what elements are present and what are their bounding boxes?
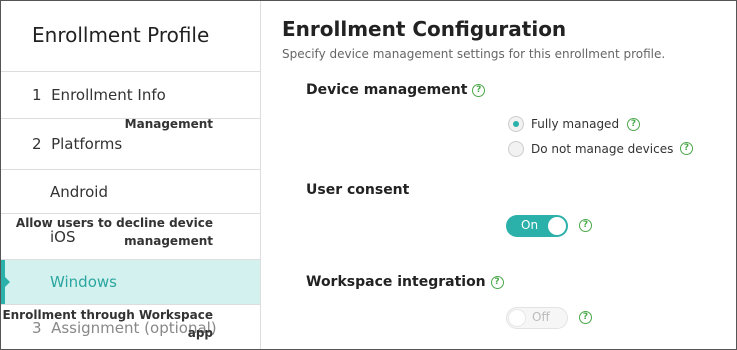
toggle-state-label: Off: [532, 310, 550, 324]
label-line: Allow users to decline device: [15, 216, 213, 230]
sidebar-item-label: Windows: [50, 273, 117, 291]
workspace-integration-heading: Workspace integration ?: [306, 274, 504, 290]
help-icon[interactable]: ?: [680, 142, 693, 155]
sidebar-title: Enrollment Profile: [32, 23, 210, 47]
main-content: Enrollment Configuration Specify device …: [2, 1, 736, 349]
help-icon[interactable]: ?: [490, 275, 504, 289]
help-icon[interactable]: ?: [472, 83, 486, 97]
caret-right-icon: [5, 277, 10, 287]
allow-decline-toggle[interactable]: On: [506, 215, 568, 237]
sidebar-item-label: Android: [50, 182, 108, 201]
management-label: Management: [124, 117, 213, 131]
fully-managed-radio[interactable]: [508, 116, 524, 132]
section-heading-text: Workspace integration: [306, 274, 486, 290]
device-management-heading: Device management ?: [306, 82, 486, 98]
help-icon[interactable]: ?: [579, 311, 592, 324]
help-icon[interactable]: ?: [579, 219, 592, 232]
sidebar-item-windows[interactable]: Windows: [1, 259, 260, 304]
do-not-manage-label[interactable]: Do not manage devices: [531, 142, 673, 156]
sidebar-item-android[interactable]: Android: [1, 169, 260, 213]
app-frame: Enrollment Profile 1 Enrollment Info 2 P…: [0, 0, 737, 350]
do-not-manage-radio[interactable]: [508, 141, 524, 157]
help-icon[interactable]: ?: [627, 118, 640, 131]
workspace-enrollment-toggle[interactable]: Off: [506, 307, 568, 329]
label-line: app: [187, 326, 213, 340]
toggle-knob: [548, 217, 566, 235]
user-consent-heading: User consent: [306, 182, 410, 198]
page-title: Enrollment Configuration: [282, 17, 567, 41]
section-heading-text: Device management: [306, 82, 468, 98]
sidebar-item-label: 1 Enrollment Info: [32, 86, 166, 104]
sidebar-item-enrollment-info[interactable]: 1 Enrollment Info: [1, 71, 260, 118]
sidebar-item-label: 2 Platforms: [32, 135, 123, 153]
toggle-state-label: On: [521, 218, 539, 232]
page-subtitle: Specify device management settings for t…: [282, 47, 666, 61]
sidebar: Enrollment Profile 1 Enrollment Info 2 P…: [1, 1, 261, 349]
workspace-enrollment-label: Enrollment through Workspace app: [2, 306, 213, 342]
label-line: Enrollment through Workspace: [2, 308, 213, 322]
label-line: management: [124, 234, 213, 248]
allow-decline-label: Allow users to decline device management: [16, 214, 213, 250]
toggle-knob: [508, 309, 526, 327]
fully-managed-label[interactable]: Fully managed: [531, 117, 619, 131]
